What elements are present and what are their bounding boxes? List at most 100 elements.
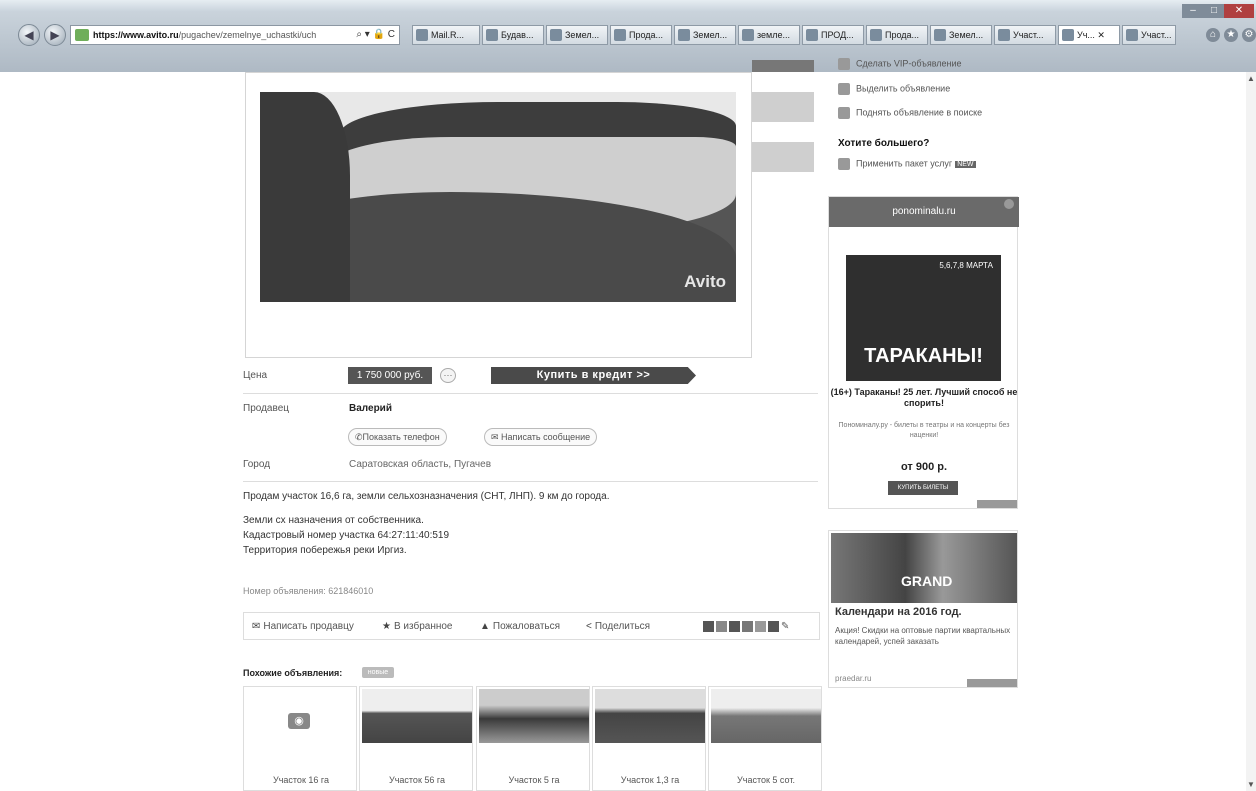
address-host: https://www.avito.ru xyxy=(93,30,179,40)
ad-site-header: ponominalu.ru xyxy=(829,197,1019,227)
similar-listing-card[interactable]: Участок 5 сот. xyxy=(708,686,822,791)
share-icon: < xyxy=(586,621,592,632)
ad-price: от 900 р. xyxy=(900,461,948,473)
tab-favicon-icon xyxy=(742,29,754,41)
odnoklassniki-share-icon[interactable] xyxy=(716,621,727,632)
camera-icon: ◉ xyxy=(288,713,310,729)
marker-icon xyxy=(838,83,850,95)
facebook-share-icon[interactable] xyxy=(729,621,740,632)
livejournal-share-icon[interactable] xyxy=(768,621,779,632)
seller-label: Продавец xyxy=(243,403,289,414)
scroll-down-arrow-icon[interactable]: ▼ xyxy=(1247,780,1255,789)
forward-button[interactable]: ▶ xyxy=(44,24,66,46)
browser-tab[interactable]: земле... xyxy=(738,25,800,45)
tab-label: Уч... ✕ xyxy=(1077,30,1105,40)
browser-tab[interactable]: Участ... xyxy=(1122,25,1176,45)
photo-thumbnail[interactable] xyxy=(752,92,814,122)
write-message-button[interactable]: ✉ Написать сообщение xyxy=(484,428,598,446)
tab-favicon-icon xyxy=(678,29,690,41)
buy-tickets-button[interactable]: КУПИТЬ БИЛЕТЫ xyxy=(888,481,958,495)
address-bar[interactable]: https://www.avito.ru/pugachev/zemelnye_u… xyxy=(70,25,400,45)
photo-thumbnail[interactable] xyxy=(752,60,814,72)
seller-name: Валерий xyxy=(349,403,392,414)
write-message-label: Написать сообщение xyxy=(501,432,591,442)
report-label: Пожаловаться xyxy=(492,621,561,632)
calendar-ad-domain: praedar.ru xyxy=(835,674,872,683)
page-scrollbar[interactable]: ▲ ▼ xyxy=(1246,72,1256,791)
price-more-button[interactable]: ··· xyxy=(440,368,456,383)
buy-on-credit-button[interactable]: Купить в кредит >> xyxy=(491,367,696,384)
ad-headline: (16+) Тараканы! 25 лет. Лучший способ не… xyxy=(830,387,1018,408)
show-phone-button[interactable]: ✆Показать телефон xyxy=(348,428,447,446)
similar-listing-card[interactable]: Участок 56 га xyxy=(359,686,473,791)
tab-label: Участ... xyxy=(1013,30,1044,40)
similar-listing-card[interactable]: Участок 5 га xyxy=(476,686,590,791)
browser-tab[interactable]: ПРОД... xyxy=(802,25,864,45)
tab-label: Участ... xyxy=(1141,30,1172,40)
description-line: Территория побережья реки Иргиз. xyxy=(243,545,407,556)
back-button[interactable]: ◀ xyxy=(18,24,40,46)
photo-thumbnail[interactable] xyxy=(752,142,814,172)
similar-listing-card[interactable]: Участок 1,3 га xyxy=(592,686,706,791)
tab-favicon-icon xyxy=(806,29,818,41)
tab-favicon-icon xyxy=(998,29,1010,41)
tab-favicon-icon xyxy=(934,29,946,41)
address-controls[interactable]: ⌕ ▾ 🔒 C xyxy=(356,26,395,44)
ad-provider-label xyxy=(967,679,1017,687)
favorites-star-icon[interactable]: ★ xyxy=(1224,28,1238,42)
browser-tab[interactable]: Будав... xyxy=(482,25,544,45)
add-favorite-link[interactable]: ★ В избранное xyxy=(382,621,453,632)
ad-info-icon[interactable] xyxy=(1004,199,1014,209)
star-icon: ★ xyxy=(382,621,391,632)
tab-favicon-icon xyxy=(870,29,882,41)
package-link[interactable]: Применить пакет услуг NEW xyxy=(838,158,976,170)
tab-favicon-icon xyxy=(416,29,428,41)
report-link[interactable]: ▲ Пожаловаться xyxy=(480,621,560,632)
similar-listing-caption: Участок 5 га xyxy=(508,775,560,785)
settings-gear-icon[interactable]: ⚙ xyxy=(1242,28,1256,42)
browser-tab[interactable]: Земел... xyxy=(546,25,608,45)
browser-tab-active[interactable]: Уч... ✕ xyxy=(1058,25,1120,45)
city-value: Саратовская область, Пугачев xyxy=(349,459,492,470)
maximize-button[interactable]: □ xyxy=(1204,4,1224,18)
twitter-share-icon[interactable] xyxy=(742,621,753,632)
calendar-ad-title: Календари на 2016 год. xyxy=(835,606,962,618)
want-more-title: Хотите большего? xyxy=(838,138,930,149)
highlight-ad-link[interactable]: Выделить объявление xyxy=(838,83,950,95)
mailru-share-icon[interactable] xyxy=(755,621,766,632)
ad-subtext: Пономиналу.ру - билеты в театры и на кон… xyxy=(838,422,1010,439)
browser-tab[interactable]: Mail.R... xyxy=(412,25,480,45)
warning-icon: ▲ xyxy=(480,621,490,632)
tab-label: Земел... xyxy=(949,30,984,40)
home-icon[interactable]: ⌂ xyxy=(1206,28,1220,42)
scroll-up-arrow-icon[interactable]: ▲ xyxy=(1247,74,1255,83)
description-line: Земли сх назначения от собственника. xyxy=(243,515,424,526)
browser-tab[interactable]: Прода... xyxy=(866,25,928,45)
site-favicon-icon xyxy=(75,29,89,41)
similar-listing-card[interactable]: ◉ Участок 16 га xyxy=(243,686,357,791)
listing-photo[interactable]: Avito xyxy=(260,92,736,302)
browser-title-bar xyxy=(0,0,1256,12)
browser-tab[interactable]: Участ... xyxy=(994,25,1056,45)
close-window-button[interactable]: ✕ xyxy=(1224,4,1254,18)
browser-tab[interactable]: Земел... xyxy=(674,25,736,45)
vk-share-icon[interactable] xyxy=(703,621,714,632)
tab-label: Земел... xyxy=(693,30,728,40)
make-vip-link[interactable]: Сделать VIP-объявление xyxy=(838,58,962,70)
photo-left-bush xyxy=(260,92,350,302)
banner-ad-calendars[interactable]: GRAND Календари на 2016 год. Акция! Скид… xyxy=(828,530,1018,688)
browser-tab[interactable]: Земел... xyxy=(930,25,992,45)
raise-ad-label: Поднять объявление в поиске xyxy=(856,107,983,118)
raise-icon xyxy=(838,107,850,119)
write-seller-link[interactable]: ✉ Написать продавцу xyxy=(252,621,354,632)
raise-ad-link[interactable]: Поднять объявление в поиске xyxy=(838,107,982,119)
banner-ad-concert[interactable]: ponominalu.ru 5,6,7,8 МАРТА ТАРАКАНЫ! (1… xyxy=(828,196,1019,509)
package-label: Применить пакет услуг xyxy=(856,158,953,169)
ad-number: Номер объявления: 621846010 xyxy=(243,586,374,596)
minimize-button[interactable]: – xyxy=(1182,4,1204,18)
share-link[interactable]: < Поделиться xyxy=(586,621,650,632)
listing-action-bar: ✉ Написать продавцу ★ В избранное ▲ Пожалов… xyxy=(243,612,820,640)
concert-poster-image: 5,6,7,8 МАРТА ТАРАКАНЫ! xyxy=(846,255,1001,381)
pencil-icon[interactable]: ✎ xyxy=(781,621,792,632)
browser-tab[interactable]: Прода... xyxy=(610,25,672,45)
